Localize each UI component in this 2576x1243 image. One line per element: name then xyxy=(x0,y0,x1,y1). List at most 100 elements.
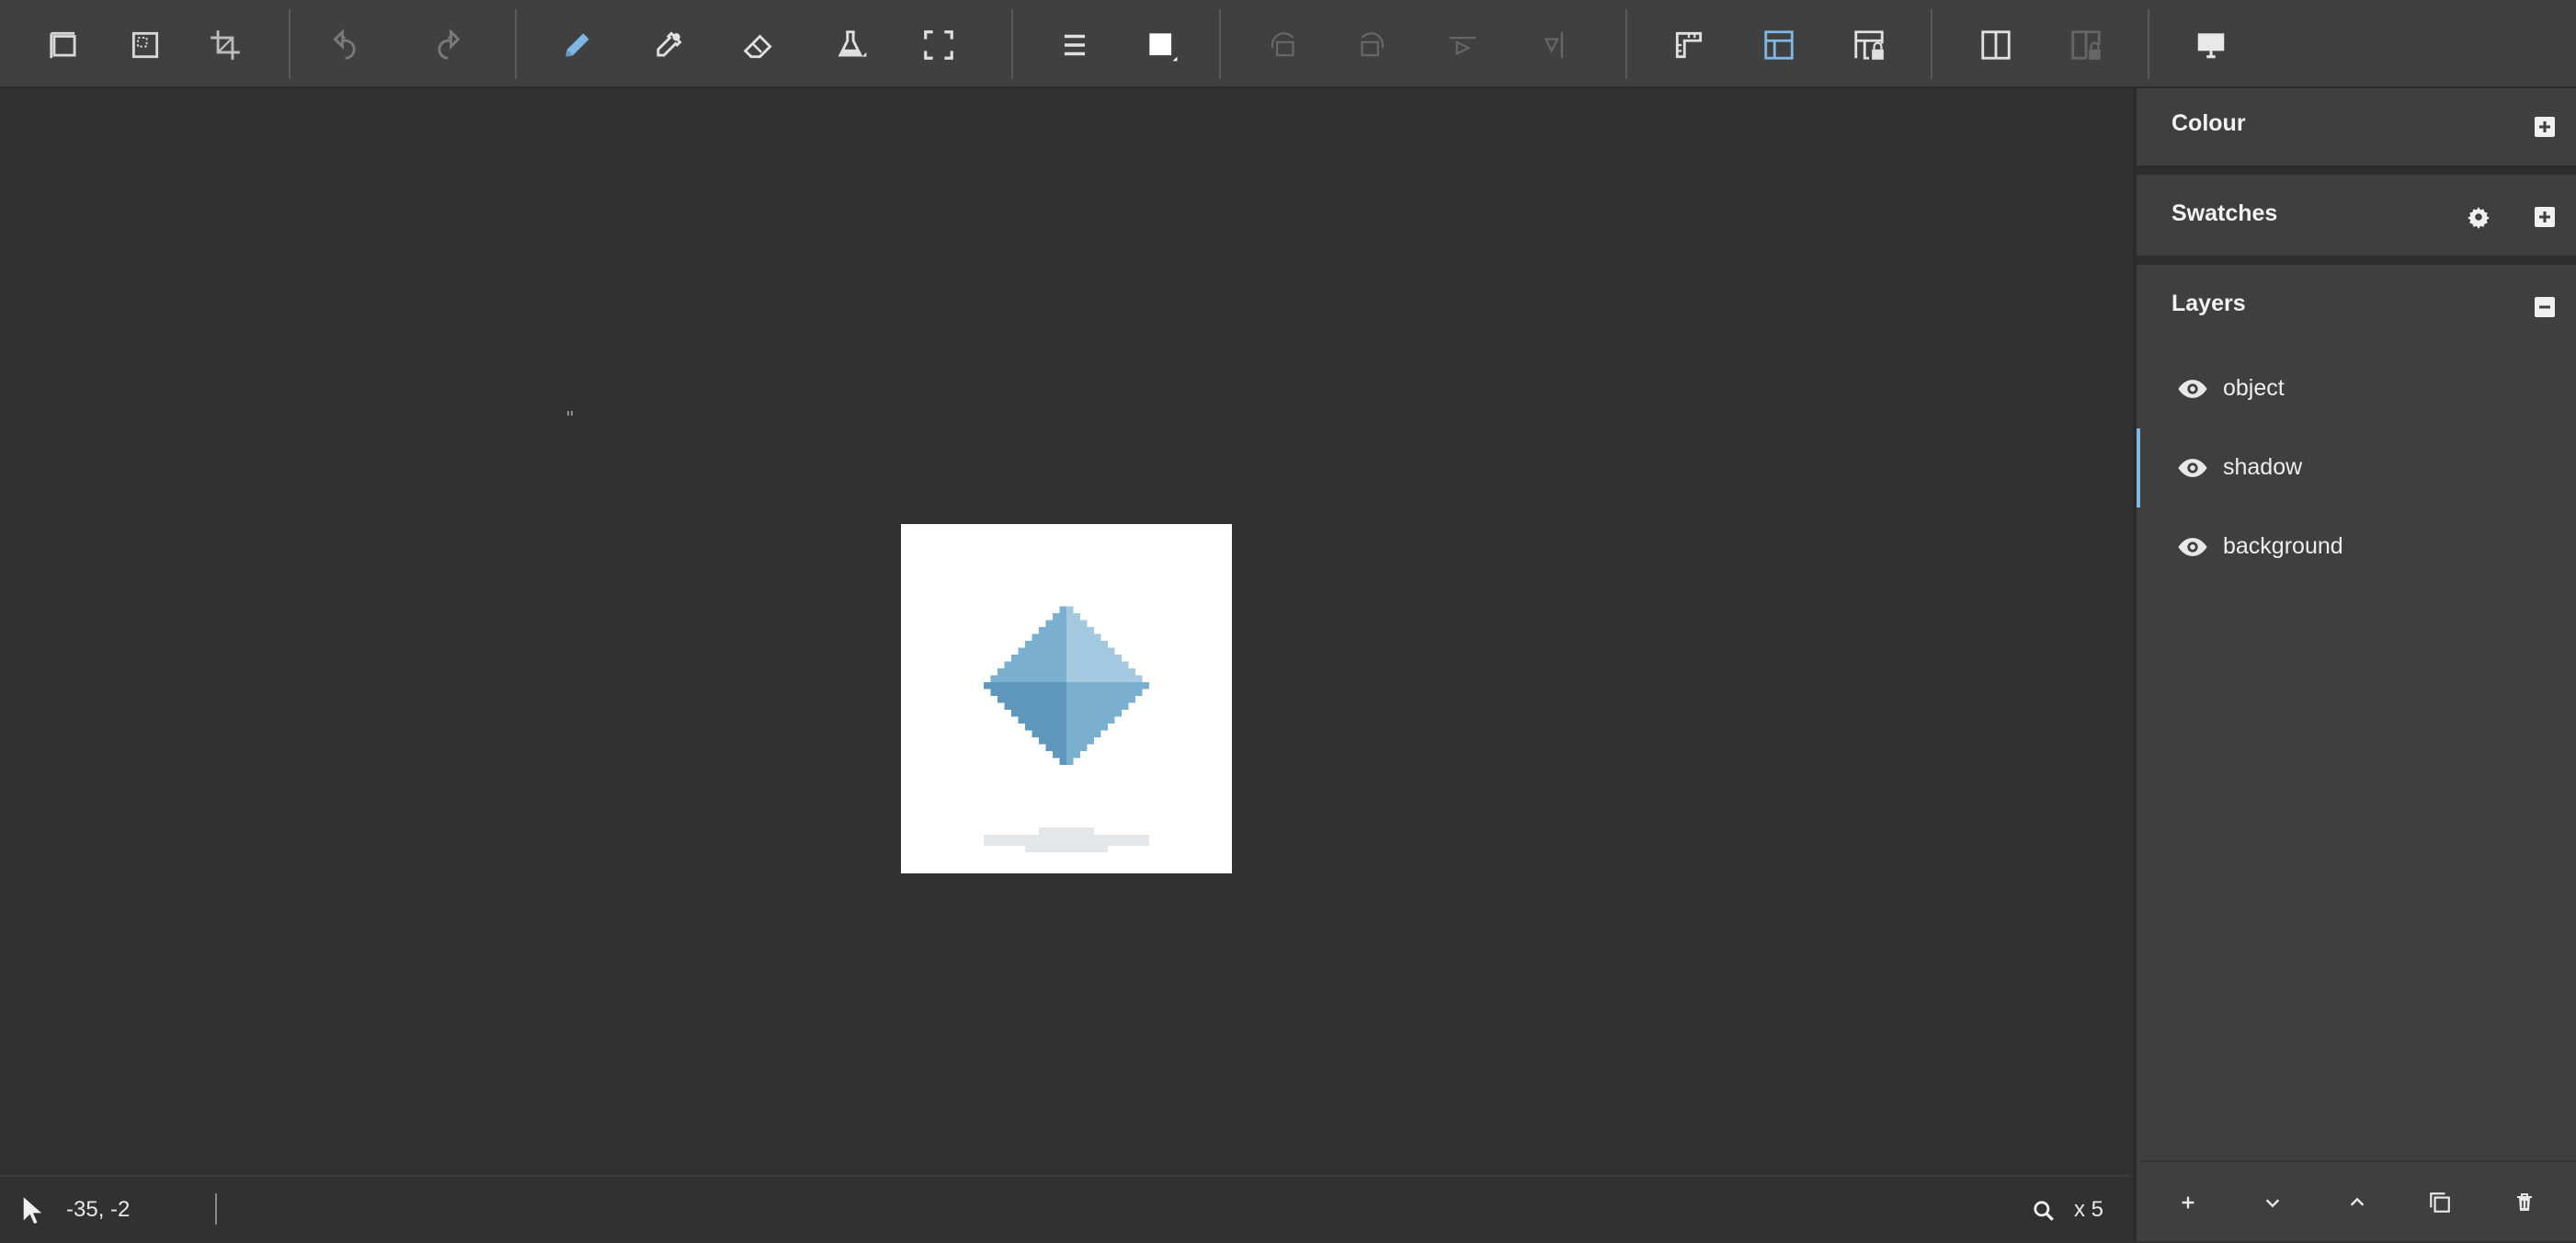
shadow-pixel-row xyxy=(1039,827,1094,838)
swatches-panel-header[interactable]: Swatches xyxy=(2140,178,2576,256)
gem-pixel-row xyxy=(1066,689,1143,696)
chevron-down-icon xyxy=(2265,1199,2280,1208)
flip-vertical-icon xyxy=(1544,31,1564,59)
grid-icon xyxy=(1764,30,1794,60)
layers-panel-header[interactable]: Layers xyxy=(2140,268,2576,346)
side-panel: Colour Swatches Layers object shadow bac… xyxy=(2133,88,2576,1241)
cursor-coordinates: -35, -2 xyxy=(66,1197,131,1222)
redo-button[interactable] xyxy=(419,22,465,68)
swatches-expand-button[interactable] xyxy=(2530,202,2559,232)
gem-pixel-row xyxy=(984,682,1066,690)
pixel-canvas[interactable] xyxy=(901,524,1232,873)
gem-pixel-row xyxy=(1066,606,1074,613)
fill-tool-button[interactable] xyxy=(827,22,873,68)
toolbar xyxy=(0,0,2576,88)
grid-lock-button[interactable] xyxy=(1846,22,1892,68)
split-view-icon xyxy=(1981,30,2011,60)
eyedropper-tool-button[interactable] xyxy=(645,22,691,68)
pointer-cursor-icon xyxy=(23,1197,42,1224)
split-view-button[interactable] xyxy=(1973,22,2019,68)
eye-icon[interactable] xyxy=(2177,373,2208,405)
gem-pixel-row xyxy=(1066,633,1101,641)
gem-pixel-row xyxy=(990,675,1066,682)
eye-icon[interactable] xyxy=(2177,531,2208,563)
gem-pixel-row xyxy=(1039,627,1066,634)
gem-pixel-row xyxy=(1059,606,1066,613)
rotate-left-button[interactable] xyxy=(1261,22,1307,68)
gem-pixel-row xyxy=(1066,716,1115,724)
gem-pixel-row xyxy=(1066,730,1101,737)
duplicate-icon xyxy=(2430,1192,2450,1213)
rotate-right-button[interactable] xyxy=(1348,22,1394,68)
gem-pixel-row xyxy=(1066,627,1094,634)
marquee-select-icon xyxy=(131,31,159,59)
layers-collapse-button[interactable] xyxy=(2530,292,2559,322)
gem-pixel-row xyxy=(997,696,1066,703)
add-layer-button[interactable] xyxy=(2168,1182,2208,1223)
eye-icon[interactable] xyxy=(2177,452,2208,484)
gem-pixel-row xyxy=(1066,737,1094,745)
canvas-size-button[interactable] xyxy=(41,22,87,68)
gem-pixel-row xyxy=(1004,702,1066,710)
swatches-settings-button[interactable] xyxy=(2464,202,2493,232)
status-bar: -35, -2 x 5 xyxy=(0,1175,2131,1241)
gem-pixel-row xyxy=(1025,641,1066,648)
gem-pixel-row xyxy=(1066,682,1149,690)
gear-icon xyxy=(2468,207,2490,229)
gem-pixel-row xyxy=(1066,668,1135,676)
panel-divider xyxy=(2137,256,2576,265)
layer-name: shadow xyxy=(2223,454,2303,480)
layer-item-shadow[interactable]: shadow xyxy=(2137,428,2576,507)
duplicate-layer-button[interactable] xyxy=(2420,1182,2460,1223)
gem-pixel-row xyxy=(1066,647,1115,655)
gem-pixel-row xyxy=(1066,758,1074,765)
pencil-tool-button[interactable] xyxy=(554,22,600,68)
split-view-lock-icon xyxy=(2071,30,2101,60)
flip-vertical-button[interactable] xyxy=(1532,22,1578,68)
pixel-art-gem xyxy=(984,606,1149,852)
gem-pixel-row xyxy=(1066,655,1122,662)
toolbar-separator xyxy=(515,9,517,79)
gem-pixel-row xyxy=(1039,737,1066,745)
flip-horizontal-button[interactable] xyxy=(1440,22,1486,68)
layer-item-object[interactable]: object xyxy=(2137,349,2576,428)
gem-pixel-row xyxy=(1066,620,1088,627)
layer-name: background xyxy=(2223,533,2343,559)
gem-pixel-row xyxy=(1045,620,1066,627)
gem-pixel-row xyxy=(1066,702,1129,710)
minus-box-icon xyxy=(2535,297,2555,317)
shadow-pixel-row xyxy=(1025,841,1108,852)
marquee-select-button[interactable] xyxy=(122,22,168,68)
gem-pixel-row xyxy=(1032,633,1066,641)
eraser-tool-button[interactable] xyxy=(735,22,781,68)
canvas-workspace[interactable] xyxy=(0,88,2131,1175)
delete-layer-button[interactable] xyxy=(2504,1182,2545,1223)
gem-pixel-row xyxy=(1066,661,1129,668)
fill-flask-icon xyxy=(838,30,867,57)
colour-panel-header[interactable]: Colour xyxy=(2140,88,2576,165)
layers-panel-title: Layers xyxy=(2171,291,2246,316)
brush-size-button[interactable] xyxy=(1138,22,1184,68)
rotate-left-icon xyxy=(1271,32,1294,57)
crop-button[interactable] xyxy=(202,22,248,68)
toolbar-separator xyxy=(289,9,291,79)
plus-box-icon xyxy=(2535,207,2555,227)
menu-button[interactable] xyxy=(1052,22,1098,68)
menu-lines-icon xyxy=(1064,34,1086,56)
gem-pixel-row xyxy=(1066,613,1080,621)
cursor-crosshair-icon xyxy=(567,411,573,416)
grid-button[interactable] xyxy=(1756,22,1802,68)
move-layer-up-button[interactable] xyxy=(2337,1182,2377,1223)
undo-button[interactable] xyxy=(328,22,374,68)
layer-item-background[interactable]: background xyxy=(2137,507,2576,587)
colour-expand-button[interactable] xyxy=(2530,112,2559,142)
toolbar-separator xyxy=(1931,9,1932,79)
canvas-size-icon xyxy=(50,31,76,59)
gem-pixel-row xyxy=(1018,716,1066,724)
move-layer-down-button[interactable] xyxy=(2252,1182,2293,1223)
toolbar-separator xyxy=(1011,9,1013,79)
split-view-lock-button[interactable] xyxy=(2063,22,2109,68)
ruler-button[interactable] xyxy=(1666,22,1712,68)
fullscreen-button[interactable] xyxy=(916,22,962,68)
display-button[interactable] xyxy=(2188,22,2234,68)
